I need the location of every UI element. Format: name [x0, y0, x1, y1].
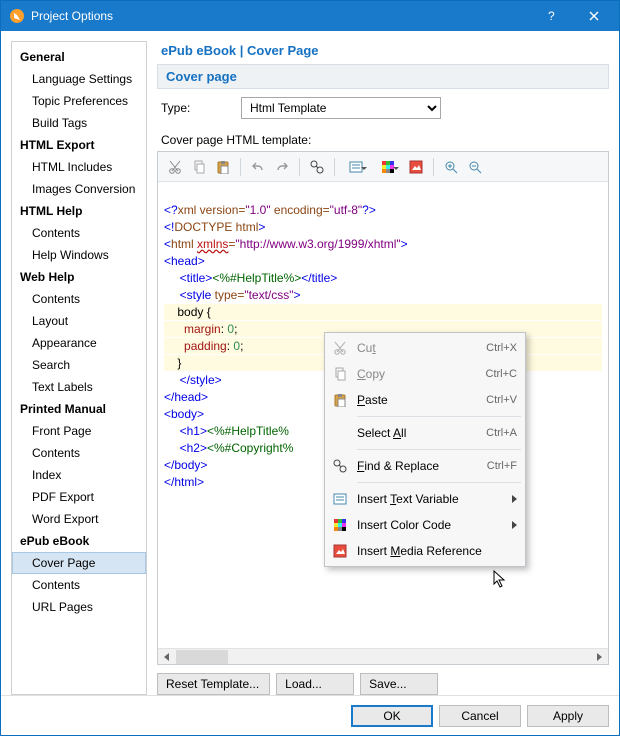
- paste-icon: [331, 391, 349, 409]
- insert-media-icon[interactable]: [405, 156, 427, 178]
- sidebar-item-index[interactable]: Index: [12, 464, 146, 486]
- breadcrumb: ePub eBook | Cover Page: [157, 41, 609, 64]
- menu-item-paste[interactable]: Paste Ctrl+V: [327, 387, 523, 413]
- editor-toolbar: [158, 152, 608, 182]
- sidebar-item-contents[interactable]: Contents: [12, 442, 146, 464]
- menu-shortcut: Ctrl+A: [469, 427, 517, 439]
- submenu-arrow-icon: [512, 521, 517, 529]
- menu-item-label: Copy: [357, 367, 461, 381]
- cut-icon: [331, 339, 349, 357]
- cancel-button[interactable]: Cancel: [439, 705, 521, 727]
- horizontal-scrollbar[interactable]: [158, 648, 608, 664]
- sidebar-group-html-export[interactable]: HTML Export: [12, 134, 146, 156]
- menu-item-insert-color-code[interactable]: Insert Color Code: [327, 512, 523, 538]
- sidebar-item-search[interactable]: Search: [12, 354, 146, 376]
- scroll-left-icon[interactable]: [160, 650, 174, 664]
- type-row: Type: Html Template: [157, 89, 609, 127]
- submenu-arrow-icon: [512, 495, 517, 503]
- sidebar-item-help-windows[interactable]: Help Windows: [12, 244, 146, 266]
- undo-icon[interactable]: [247, 156, 269, 178]
- menu-shortcut: Ctrl+F: [469, 460, 517, 472]
- type-label: Type:: [161, 101, 231, 115]
- sidebar-group-general[interactable]: General: [12, 46, 146, 68]
- sidebar-item-front-page[interactable]: Front Page: [12, 420, 146, 442]
- sidebar-group-web-help[interactable]: Web Help: [12, 266, 146, 288]
- menu-item-label: Paste: [357, 393, 461, 407]
- copy-icon[interactable]: [188, 156, 210, 178]
- sidebar-item-html-includes[interactable]: HTML Includes: [12, 156, 146, 178]
- menu-shortcut: Ctrl+V: [469, 394, 517, 406]
- menu-shortcut: Ctrl+X: [469, 342, 517, 354]
- menu-item-select-all[interactable]: Select All Ctrl+A: [327, 420, 523, 446]
- apply-button[interactable]: Apply: [527, 705, 609, 727]
- insert-color-icon[interactable]: [373, 156, 403, 178]
- template-buttons: Reset Template... Load... Save...: [157, 665, 609, 695]
- sidebar-item-contents[interactable]: Contents: [12, 288, 146, 310]
- menu-item-label: Cut: [357, 341, 461, 355]
- paste-icon[interactable]: [212, 156, 234, 178]
- ok-button[interactable]: OK: [351, 705, 433, 727]
- menu-item-insert-text-variable[interactable]: Insert Text Variable: [327, 486, 523, 512]
- sidebar-item-language-settings[interactable]: Language Settings: [12, 68, 146, 90]
- section-header: Cover page: [157, 64, 609, 89]
- sidebar-item-layout[interactable]: Layout: [12, 310, 146, 332]
- menu-item-copy: Copy Ctrl+C: [327, 361, 523, 387]
- context-menu[interactable]: Cut Ctrl+X Copy Ctrl+C Paste Ctrl+V Select All…: [324, 332, 526, 567]
- insert-textvar-icon[interactable]: [341, 156, 371, 178]
- template-label: Cover page HTML template:: [157, 127, 609, 151]
- sidebar-group-epub-ebook[interactable]: ePub eBook: [12, 530, 146, 552]
- category-sidebar[interactable]: GeneralLanguage SettingsTopic Preference…: [11, 41, 147, 695]
- sidebar-item-pdf-export[interactable]: PDF Export: [12, 486, 146, 508]
- menu-item-cut: Cut Ctrl+X: [327, 335, 523, 361]
- menu-item-insert-media-reference[interactable]: Insert Media Reference: [327, 538, 523, 564]
- redo-icon[interactable]: [271, 156, 293, 178]
- cut-icon[interactable]: [164, 156, 186, 178]
- window-title: Project Options: [31, 9, 531, 23]
- zoom-in-icon[interactable]: [440, 156, 462, 178]
- sidebar-group-printed-manual[interactable]: Printed Manual: [12, 398, 146, 420]
- titlebar: Project Options ?: [1, 1, 619, 31]
- save-button[interactable]: Save...: [360, 673, 438, 695]
- project-options-dialog: Project Options ? GeneralLanguage Settin…: [0, 0, 620, 736]
- sidebar-item-topic-preferences[interactable]: Topic Preferences: [12, 90, 146, 112]
- menu-item-find-replace[interactable]: Find & Replace Ctrl+F: [327, 453, 523, 479]
- sidebar-group-html-help[interactable]: HTML Help: [12, 200, 146, 222]
- zoom-out-icon[interactable]: [464, 156, 486, 178]
- find-icon: [331, 457, 349, 475]
- sidebar-item-contents[interactable]: Contents: [12, 574, 146, 596]
- sidebar-item-word-export[interactable]: Word Export: [12, 508, 146, 530]
- dialog-footer: OK Cancel Apply: [1, 695, 619, 735]
- menu-item-label: Insert Media Reference: [357, 544, 517, 558]
- sidebar-item-contents[interactable]: Contents: [12, 222, 146, 244]
- sidebar-item-url-pages[interactable]: URL Pages: [12, 596, 146, 618]
- sidebar-item-images-conversion[interactable]: Images Conversion: [12, 178, 146, 200]
- sidebar-item-build-tags[interactable]: Build Tags: [12, 112, 146, 134]
- app-icon: [9, 8, 25, 24]
- type-select[interactable]: Html Template: [241, 97, 441, 119]
- menu-item-label: Select All: [357, 426, 461, 440]
- help-button[interactable]: ?: [531, 1, 573, 31]
- close-button[interactable]: [573, 1, 615, 31]
- scrollbar-thumb[interactable]: [176, 650, 228, 664]
- sidebar-item-appearance[interactable]: Appearance: [12, 332, 146, 354]
- menu-item-label: Find & Replace: [357, 459, 461, 473]
- sidebar-item-cover-page[interactable]: Cover Page: [12, 552, 146, 574]
- color-icon: [331, 516, 349, 534]
- menu-shortcut: Ctrl+C: [469, 368, 517, 380]
- copy-icon: [331, 365, 349, 383]
- scroll-right-icon[interactable]: [592, 650, 606, 664]
- blank-icon: [331, 424, 349, 442]
- sidebar-item-text-labels[interactable]: Text Labels: [12, 376, 146, 398]
- svg-text:?: ?: [548, 10, 555, 22]
- menu-item-label: Insert Color Code: [357, 518, 504, 532]
- find-icon[interactable]: [306, 156, 328, 178]
- textvar-icon: [331, 490, 349, 508]
- reset-template-button[interactable]: Reset Template...: [157, 673, 270, 695]
- menu-item-label: Insert Text Variable: [357, 492, 504, 506]
- media-icon: [331, 542, 349, 560]
- load-button[interactable]: Load...: [276, 673, 354, 695]
